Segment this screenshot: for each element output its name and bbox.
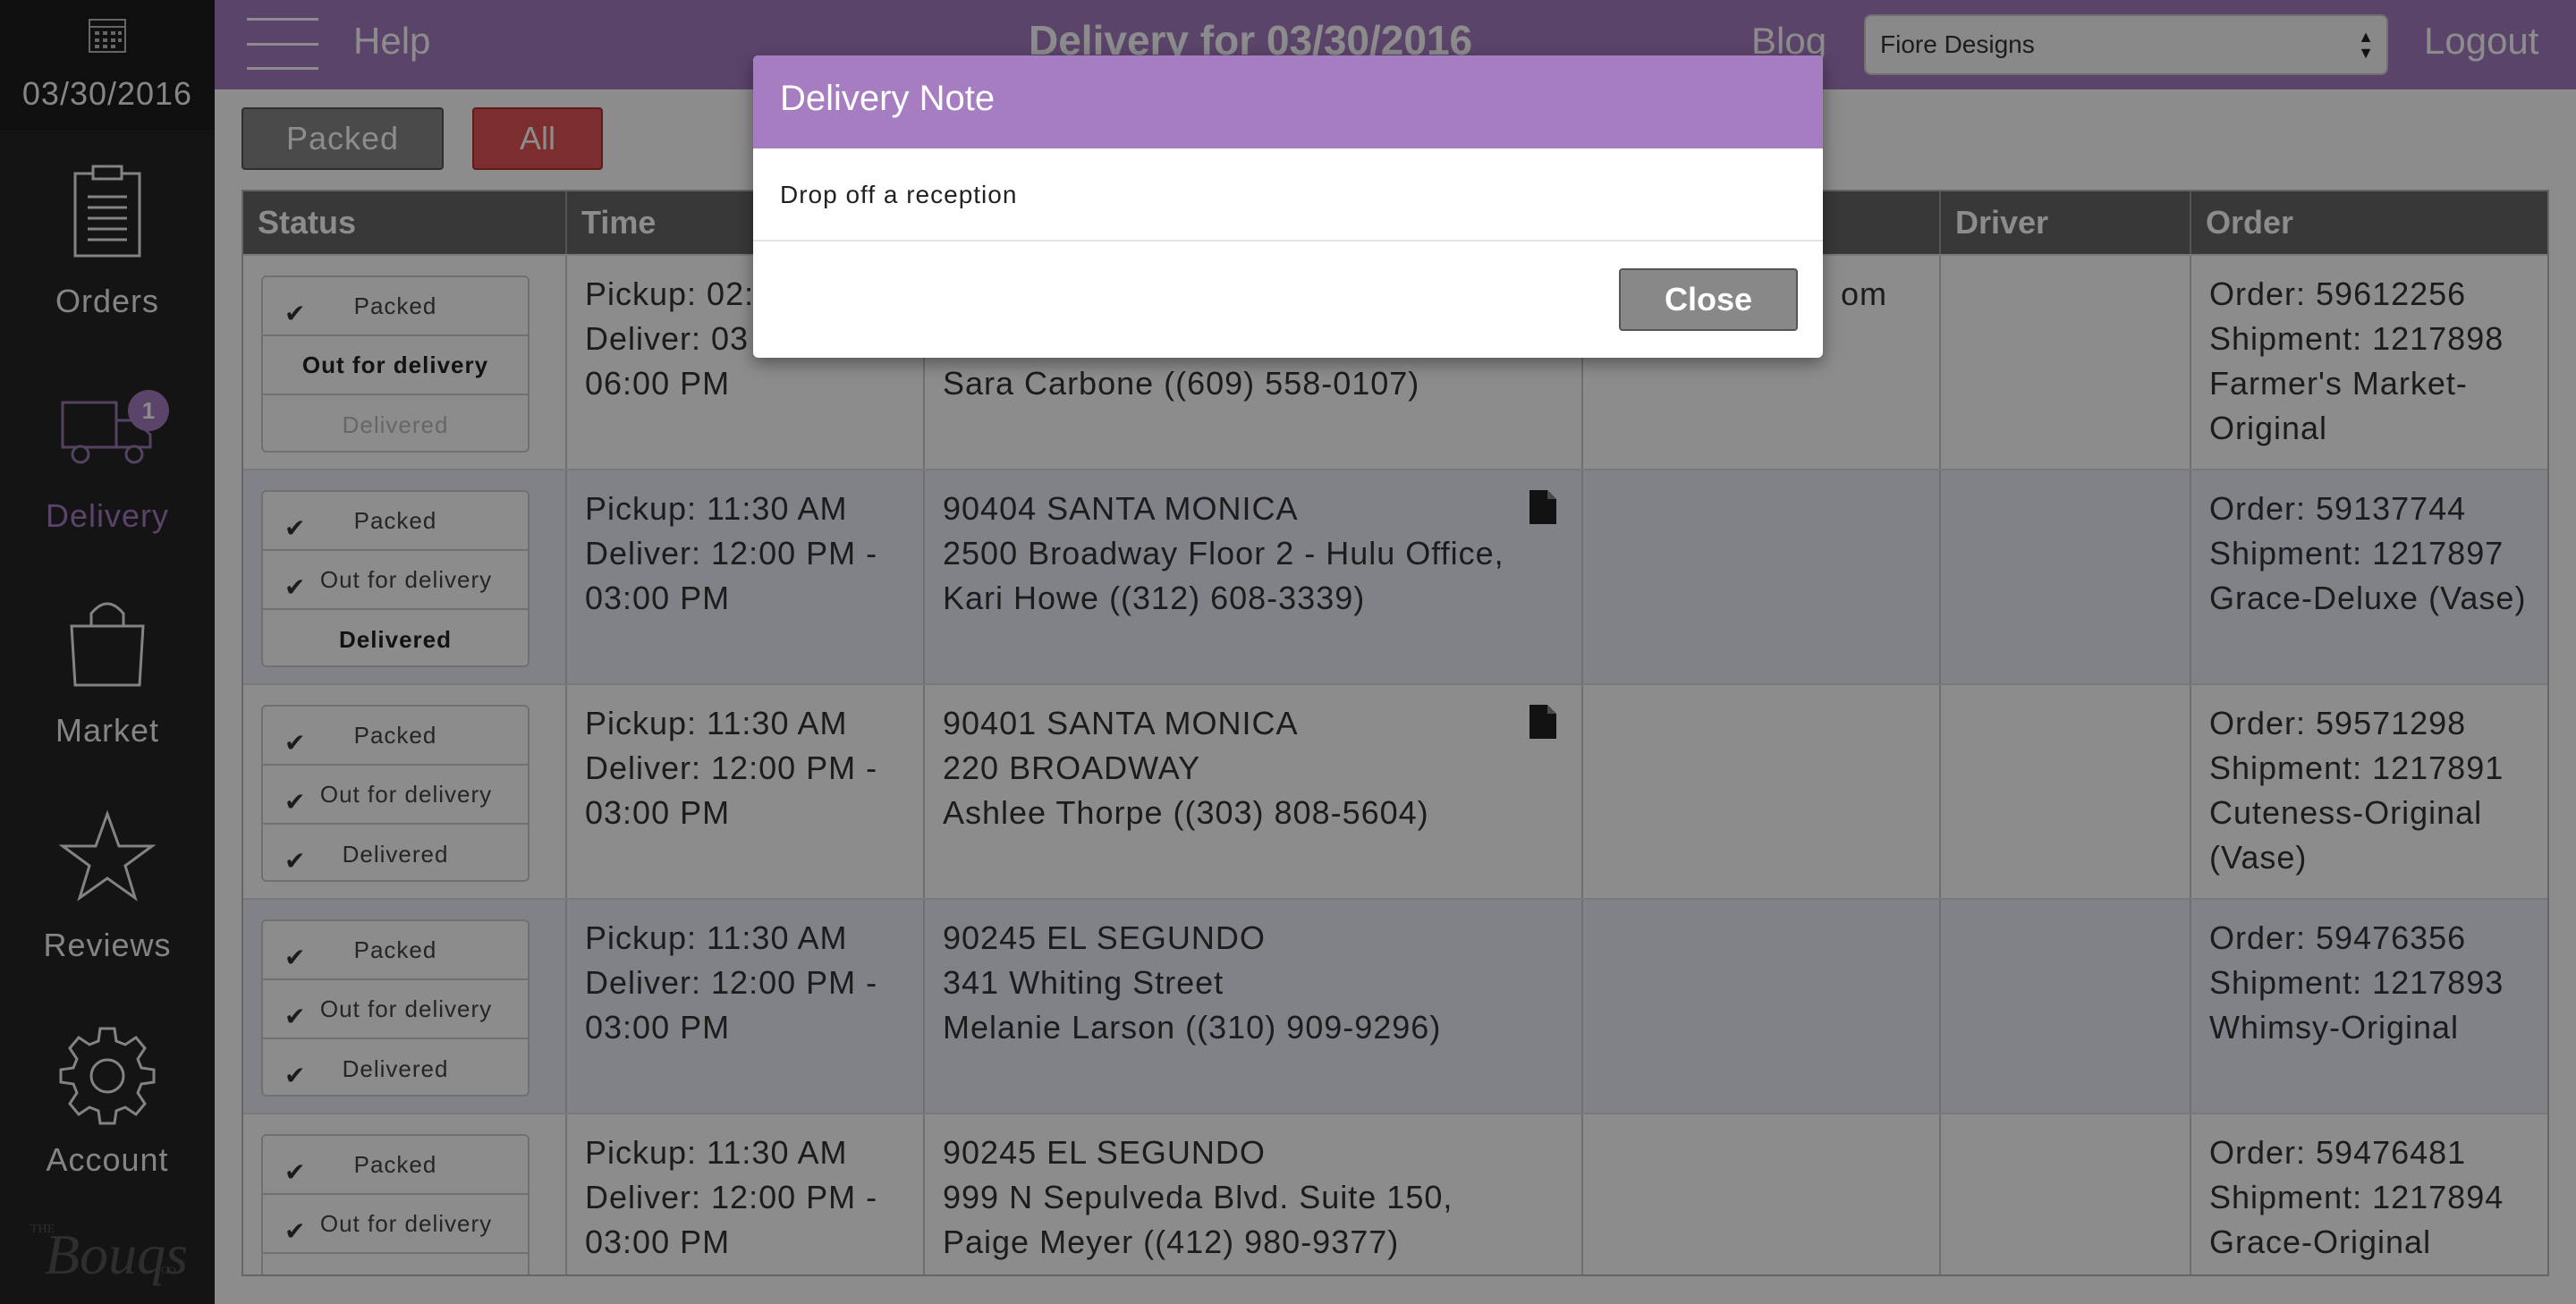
delivery-note-modal: Delivery Note Drop off a reception Close (753, 55, 1823, 358)
modal-title: Delivery Note (753, 55, 1823, 148)
modal-body-text: Drop off a reception (753, 148, 1823, 241)
close-button[interactable]: Close (1619, 268, 1798, 331)
